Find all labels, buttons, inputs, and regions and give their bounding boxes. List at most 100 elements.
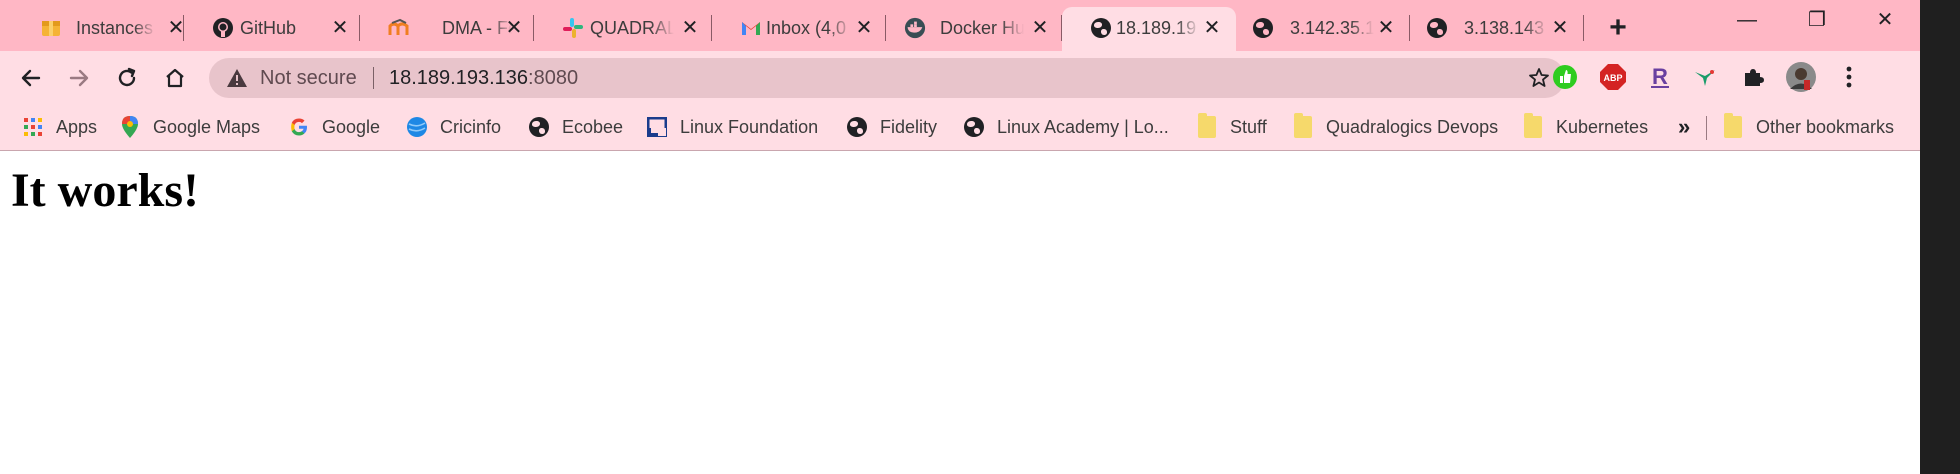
arrow-right-icon: [69, 69, 89, 87]
back-button[interactable]: [14, 61, 48, 95]
bookmark-label: Ecobee: [562, 116, 624, 137]
tab-quadral[interactable]: QUADRAL ✕: [534, 7, 712, 51]
tab-close-icon[interactable]: ✕: [852, 16, 876, 40]
tab-title: QUADRAL: [590, 18, 674, 38]
bookmark-label: Cricinfo: [440, 116, 502, 137]
bookmark-google[interactable]: Google: [288, 112, 380, 142]
globe-icon: [1252, 17, 1274, 39]
tab-title: GitHub: [240, 18, 297, 38]
new-tab-button[interactable]: +: [1600, 10, 1636, 46]
extension-r-icon[interactable]: R: [1645, 62, 1675, 92]
reload-icon: [118, 67, 136, 87]
tab-title: 3.138.143: [1464, 18, 1545, 38]
bookmark-label: Google Maps: [153, 116, 261, 137]
extension-bird-icon[interactable]: [1690, 62, 1720, 92]
home-button[interactable]: [158, 61, 192, 95]
url-host: 18.189.193.136: [389, 67, 529, 89]
linux-foundation-icon: [646, 116, 668, 138]
tab-close-icon[interactable]: ✕: [1374, 16, 1398, 40]
forward-button[interactable]: [62, 61, 96, 95]
tab-instances[interactable]: Instances ✕: [12, 7, 184, 51]
globe-icon: [1090, 17, 1112, 39]
tab-title: 3.142.35.1: [1290, 18, 1374, 38]
extensions-puzzle-icon[interactable]: [1738, 62, 1768, 92]
chevron-double-right-icon: »: [1678, 114, 1691, 139]
tab-github[interactable]: GitHub ✕: [184, 7, 360, 51]
tab-3-142[interactable]: 3.142.35.1 ✕: [1236, 7, 1410, 51]
bookmark-label: Linux Foundation: [680, 116, 819, 137]
tab-3-138[interactable]: 3.138.143 ✕: [1410, 7, 1584, 51]
adblock-plus-icon[interactable]: ABP: [1598, 62, 1628, 92]
security-label[interactable]: Not secure: [260, 67, 357, 89]
svg-text:R: R: [1652, 64, 1668, 89]
github-icon: [212, 17, 234, 39]
close-window-button[interactable]: ✕: [1850, 0, 1920, 44]
bookmark-apps[interactable]: Apps: [22, 112, 97, 142]
bookmark-fidelity[interactable]: Fidelity: [846, 112, 937, 142]
arrow-left-icon: [21, 69, 41, 87]
folder-icon: [1722, 113, 1744, 138]
bookmark-label: Kubernetes: [1556, 116, 1649, 137]
bookmark-other-bookmarks[interactable]: Other bookmarks: [1722, 112, 1894, 142]
tab-strip: Instances ✕ GitHub ✕ DMA - Fel ✕ QUADRAL: [0, 0, 1920, 51]
desktop-background-strip: [1920, 0, 1960, 474]
tab-close-icon[interactable]: ✕: [1028, 16, 1052, 40]
tab-close-icon[interactable]: ✕: [678, 16, 702, 40]
folder-icon: [1196, 113, 1218, 138]
docker-icon: [904, 17, 926, 39]
globe-icon: [1426, 17, 1448, 39]
bookmark-ecobee[interactable]: Ecobee: [528, 112, 623, 142]
bookmark-folder-kubernetes[interactable]: Kubernetes: [1522, 112, 1648, 142]
bookmark-label: Apps: [56, 116, 98, 137]
bookmark-folder-stuff[interactable]: Stuff: [1196, 112, 1267, 142]
tab-close-icon[interactable]: ✕: [1548, 16, 1572, 40]
home-icon: [166, 68, 184, 88]
apps-grid-icon: [22, 116, 44, 138]
cricinfo-icon: [406, 116, 428, 138]
bookmark-linux-academy[interactable]: Linux Academy | Lo...: [963, 112, 1169, 142]
tab-inbox[interactable]: Inbox (4,0 ✕: [712, 7, 886, 51]
menu-kebab-icon[interactable]: [1834, 62, 1864, 92]
tab-active-18-189[interactable]: 18.189.19 ✕: [1062, 7, 1236, 51]
google-icon: [288, 116, 310, 138]
aws-box-icon: [40, 17, 62, 39]
moodle-icon: [388, 17, 410, 39]
tab-dma[interactable]: DMA - Fel ✕: [360, 7, 534, 51]
folder-icon: [1522, 113, 1544, 138]
warning-icon: [227, 69, 247, 87]
slack-icon: [562, 17, 584, 39]
browser-window: Instances ✕ GitHub ✕ DMA - Fel ✕ QUADRAL: [0, 0, 1920, 474]
tab-separator: [1583, 15, 1584, 41]
tab-title: 18.189.19: [1116, 18, 1197, 38]
bookmark-label: Other bookmarks: [1756, 116, 1895, 137]
bookmark-folder-quadralogics-devops[interactable]: Quadralogics Devops: [1292, 112, 1498, 142]
bookmark-label: Google: [322, 116, 381, 137]
bookmark-google-maps[interactable]: Google Maps: [119, 112, 260, 142]
page-content: It works!: [0, 151, 1920, 474]
globe-icon: [528, 116, 550, 138]
folder-icon: [1292, 113, 1314, 138]
url-text[interactable]: 18.189.193.136:8080: [389, 67, 578, 89]
bookmark-label: Fidelity: [880, 116, 938, 137]
bookmarks-overflow-button[interactable]: »: [1678, 112, 1690, 142]
globe-icon: [846, 116, 868, 138]
bookmarks-divider: [1706, 116, 1707, 140]
minimize-button[interactable]: —: [1712, 0, 1782, 44]
extension-thumbs-up-icon[interactable]: [1550, 62, 1580, 92]
bookmark-label: Stuff: [1230, 116, 1267, 137]
address-bar[interactable]: Not secure 18.189.193.136:8080: [209, 58, 1565, 98]
tab-close-icon[interactable]: ✕: [1200, 16, 1224, 40]
omnibox-divider: [373, 67, 374, 89]
bookmark-cricinfo[interactable]: Cricinfo: [406, 112, 501, 142]
tab-close-icon[interactable]: ✕: [328, 16, 352, 40]
url-port: :8080: [528, 67, 579, 89]
tab-title: Instances: [76, 18, 154, 38]
restore-button[interactable]: ❐: [1782, 0, 1852, 44]
tab-close-icon[interactable]: ✕: [502, 16, 526, 40]
google-maps-icon: [119, 116, 141, 138]
profile-avatar[interactable]: [1786, 62, 1816, 92]
bookmark-star-icon[interactable]: [1527, 66, 1551, 90]
bookmark-linux-foundation[interactable]: Linux Foundation: [646, 112, 818, 142]
reload-button[interactable]: [110, 61, 144, 95]
tab-docker-hub[interactable]: Docker Hu ✕: [886, 7, 1062, 51]
